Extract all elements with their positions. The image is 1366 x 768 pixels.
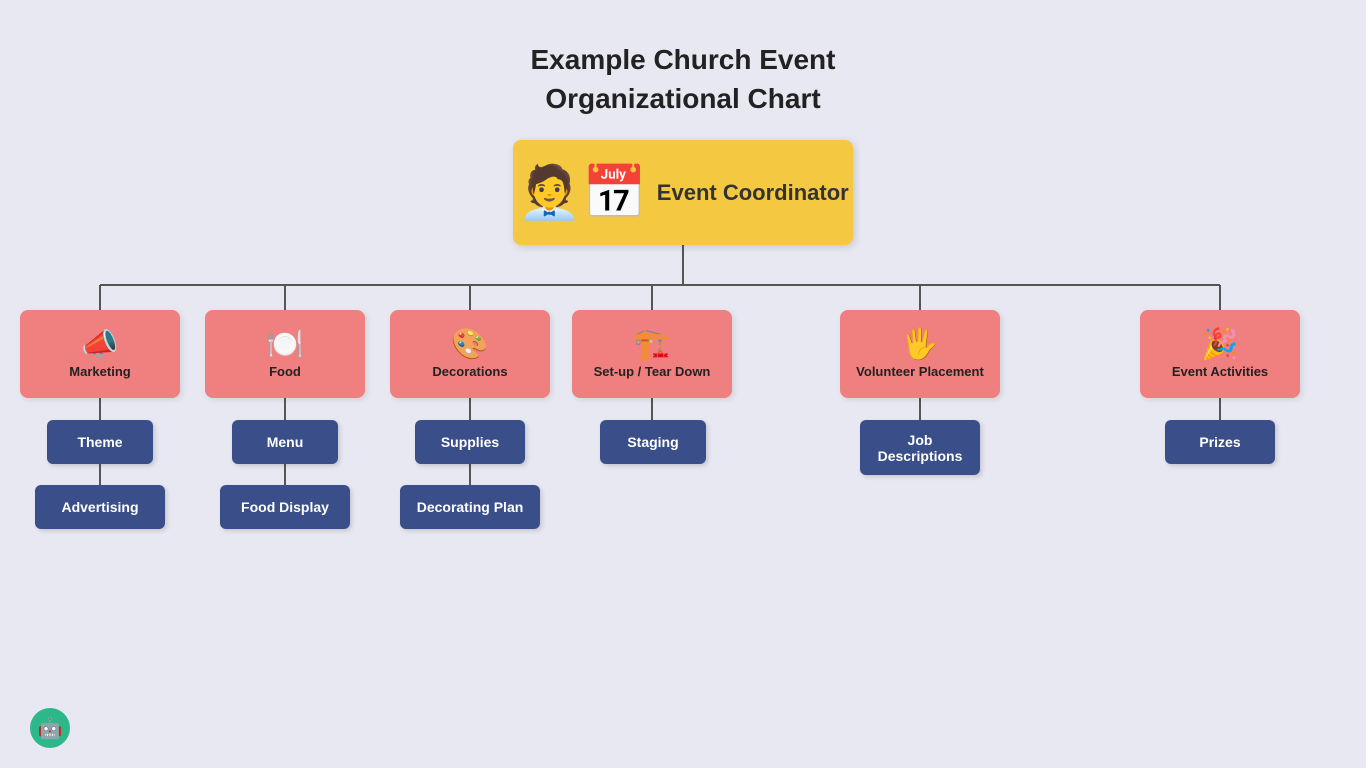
page: Example Church Event Organizational Char… bbox=[0, 0, 1366, 768]
root-label: Event Coordinator bbox=[657, 180, 849, 206]
l2-prizes: Prizes bbox=[1165, 420, 1275, 464]
l1-setup: 🏗️ Set-up / Tear Down bbox=[572, 310, 732, 398]
logo-icon: 🤖 bbox=[38, 716, 63, 741]
l1-activities: 🎉 Event Activities bbox=[1140, 310, 1300, 398]
l1-volunteer: 🖐️ Volunteer Placement bbox=[840, 310, 1000, 398]
root-node: 🧑‍💼📅 Event Coordinator bbox=[513, 140, 853, 245]
l2-supplies: Supplies bbox=[415, 420, 525, 464]
l2-menu: Menu bbox=[232, 420, 338, 464]
bottom-logo: 🤖 bbox=[30, 708, 70, 748]
title-line2: Organizational Chart bbox=[545, 83, 820, 114]
l1-food: 🍽️ Food bbox=[205, 310, 365, 398]
l2-advertising: Advertising bbox=[35, 485, 165, 529]
l2-job-descriptions: Job Descriptions bbox=[860, 420, 980, 475]
coordinator-icon: 🧑‍💼📅 bbox=[517, 162, 647, 223]
l1-decorations: 🎨 Decorations bbox=[390, 310, 550, 398]
l2-food-display: Food Display bbox=[220, 485, 350, 529]
title-line1: Example Church Event bbox=[531, 44, 836, 75]
l2-staging: Staging bbox=[600, 420, 706, 464]
l1-marketing: 📣 Marketing bbox=[20, 310, 180, 398]
chart-area: 🧑‍💼📅 Event Coordinator 📣 Marketing Theme… bbox=[0, 130, 1366, 760]
chart-title: Example Church Event Organizational Char… bbox=[0, 0, 1366, 138]
l2-theme: Theme bbox=[47, 420, 153, 464]
l2-decorating-plan: Decorating Plan bbox=[400, 485, 540, 529]
